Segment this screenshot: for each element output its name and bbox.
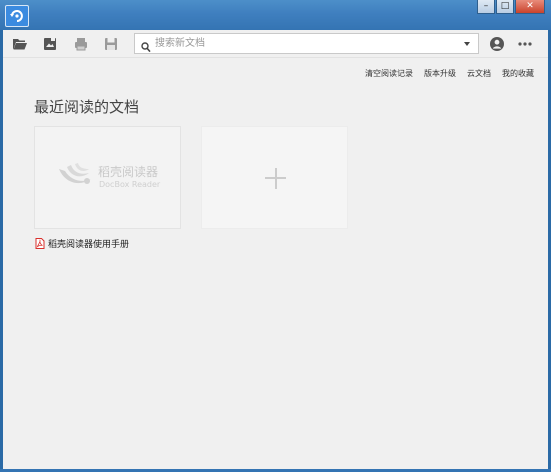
- brand-name: 稻壳阅读器: [98, 165, 159, 179]
- maximize-button[interactable]: □: [496, 0, 514, 14]
- favorites-link[interactable]: 我的收藏: [502, 68, 534, 79]
- recent-doc-card[interactable]: 稻壳阅读器 DocBox Reader: [34, 126, 181, 229]
- print-icon[interactable]: [73, 36, 89, 52]
- app-logo-icon[interactable]: [5, 5, 29, 27]
- main-window: 清空阅读记录 版本升级 云文档 我的收藏 最近阅读的文档 稻壳阅读器 DocBo…: [3, 30, 548, 469]
- brand-name-english: DocBox Reader: [99, 180, 161, 189]
- user-icon[interactable]: [489, 36, 505, 52]
- minimize-button[interactable]: –: [477, 0, 495, 14]
- pdf-icon: [35, 234, 45, 253]
- title-bar: – □ ✕: [0, 0, 551, 30]
- more-icon[interactable]: [517, 36, 533, 52]
- page-title: 最近阅读的文档: [34, 98, 140, 116]
- search-box[interactable]: [134, 33, 479, 54]
- toolbar: [3, 30, 548, 58]
- window-controls: – □ ✕: [476, 0, 545, 18]
- recent-doc-name: 稻壳阅读器使用手册: [48, 240, 130, 250]
- search-icon: [141, 38, 151, 57]
- clear-history-link[interactable]: 清空阅读记录: [365, 68, 413, 79]
- search-input[interactable]: [155, 35, 455, 52]
- add-document-card[interactable]: [201, 126, 348, 229]
- top-links: 清空阅读记录 版本升级 云文档 我的收藏: [354, 68, 534, 79]
- search-dropdown-arrow-icon[interactable]: [464, 42, 470, 46]
- cloud-docs-link[interactable]: 云文档: [467, 68, 491, 79]
- recent-doc-label[interactable]: 稻壳阅读器使用手册: [35, 234, 129, 253]
- upgrade-link[interactable]: 版本升级: [424, 68, 456, 79]
- open-folder-icon[interactable]: [12, 36, 28, 52]
- save-image-icon[interactable]: [42, 36, 58, 52]
- docbox-logo-icon: [57, 161, 95, 195]
- close-button[interactable]: ✕: [515, 0, 545, 14]
- save-disk-icon[interactable]: [103, 36, 119, 52]
